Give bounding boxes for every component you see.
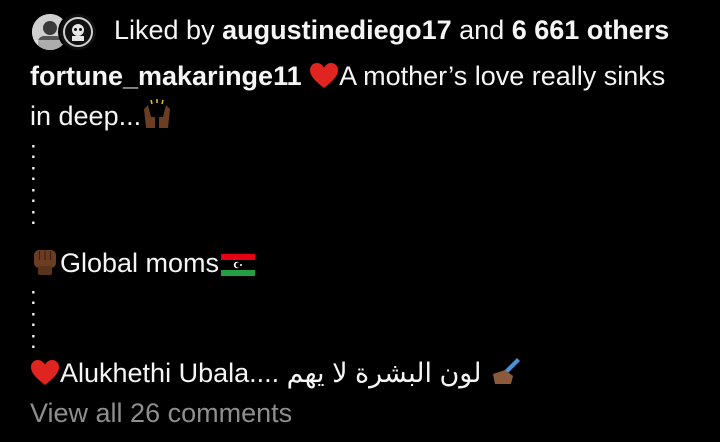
alukhethi-text: Alukhethi Ubala.... لون البشرة لا يهم — [60, 358, 482, 388]
view-all-comments-link[interactable]: View all 26 comments — [30, 395, 292, 431]
caption-line-global-moms: Global moms — [30, 244, 256, 285]
dot-separator: : : : : — [30, 137, 37, 230]
caption-line-alukhethi: Alukhethi Ubala.... لون البشرة لا يهم — [30, 355, 523, 395]
likes-prefix: Liked by — [114, 14, 215, 45]
liker-avatars[interactable] — [30, 10, 100, 52]
avatar — [58, 12, 98, 52]
red-heart-icon — [309, 62, 339, 98]
raised-fist-icon — [30, 244, 60, 285]
red-heart-icon — [30, 359, 60, 395]
caption-line-1: A mother’s love really sinks — [339, 61, 666, 91]
dot-separator: : : : — [30, 283, 37, 354]
likes-connector: and — [459, 14, 505, 45]
likes-summary[interactable]: Liked by augustinediego17 and 6 661 othe… — [114, 15, 669, 46]
writing-hand-icon — [489, 356, 523, 395]
global-moms-text: Global moms — [60, 248, 220, 278]
likes-count-link[interactable]: 6 661 others — [512, 15, 670, 45]
liker-username-link[interactable]: augustinediego17 — [222, 15, 452, 45]
author-username-link[interactable]: fortune_makaringe11 — [30, 61, 302, 91]
libya-flag-icon — [221, 249, 256, 285]
raised-hands-icon — [141, 99, 173, 138]
post-caption: fortune_makaringe11 A mother’s love real… — [30, 58, 700, 138]
likes-row[interactable]: Liked by augustinediego17 and 6 661 othe… — [30, 8, 669, 52]
caption-line-2: in deep... — [30, 101, 142, 131]
